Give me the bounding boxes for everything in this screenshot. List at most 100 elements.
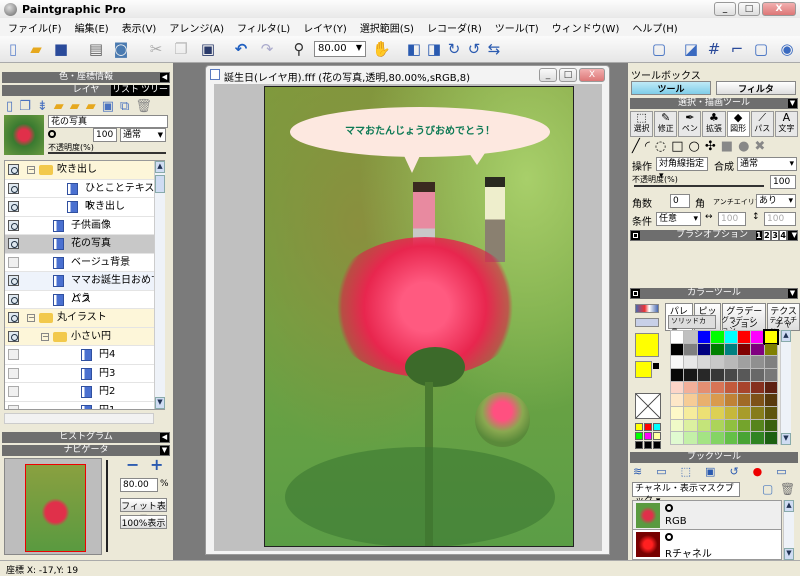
brush-tab-4[interactable]: 4 [780,231,786,240]
palette-swatch[interactable] [671,356,684,368]
visibility-icon[interactable] [8,330,19,342]
palette-swatch[interactable] [711,419,724,432]
scroll-down-icon[interactable]: ▼ [781,433,791,445]
menu-window[interactable]: ウィンドウ(W) [552,20,620,36]
palette-swatch[interactable] [697,432,711,444]
menu-view[interactable]: 表示(V) [122,20,157,36]
palette-swatch[interactable] [764,419,777,432]
palette-swatch[interactable] [737,406,751,419]
doc-maximize-button[interactable]: □ [559,68,577,82]
palette-swatch[interactable] [697,343,711,356]
visibility-icon[interactable] [8,164,19,175]
trash-icon[interactable]: 🗑 [135,99,158,114]
layer-row[interactable]: ひとことテキスト [5,180,164,212]
width-input[interactable]: 100 [718,212,746,226]
navigator-preview[interactable] [4,458,102,555]
tool-text[interactable]: A 文字 [774,111,798,137]
palette-swatch[interactable] [697,406,711,419]
palette-swatch[interactable] [751,419,764,432]
palette-swatch[interactable] [697,394,711,406]
layer-row[interactable]: − 小さい円 [5,327,164,346]
layer-row[interactable]: 吹き出し [5,198,164,217]
horizontal-scrollbar[interactable] [4,413,154,424]
visibility-icon[interactable] [8,238,19,249]
palette-swatch[interactable] [711,394,724,406]
palette-swatch[interactable] [684,331,697,343]
palette-swatch[interactable] [724,368,737,381]
foreground-color-swatch[interactable] [635,333,659,357]
palette-swatch[interactable] [684,432,697,444]
histogram-header[interactable]: ヒストグラム ◀ [2,432,170,443]
undo-icon[interactable]: ↶ [232,40,250,58]
rotate-icon[interactable]: ↺ [465,40,483,58]
palette-swatch[interactable] [671,419,684,432]
palette-swatch[interactable] [724,331,737,343]
palette-swatch[interactable] [764,356,777,368]
visibility-icon[interactable] [8,293,19,305]
panel-icon[interactable]: ▢ [752,40,770,58]
palette-swatch[interactable] [684,343,697,356]
palette-swatch[interactable] [724,356,737,368]
tab-tool[interactable]: ツール [631,81,711,95]
recent-color-swatch[interactable] [653,432,661,440]
layer-row[interactable]: パス [5,291,164,309]
palette-swatch[interactable] [671,406,684,419]
print-icon[interactable]: ▤ [87,40,105,58]
visibility-icon[interactable] [8,219,19,231]
layer-row[interactable]: 円4 [5,346,164,365]
swap-color-icon[interactable] [653,363,659,369]
palette-swatch[interactable] [697,381,711,394]
tool-retouch[interactable]: ✎ 修正 [654,111,678,137]
grid-icon[interactable]: # [705,40,723,58]
menu-file[interactable]: ファイル(F) [8,20,62,36]
visibility-icon[interactable] [8,386,19,397]
duplicate-layer-icon[interactable]: ❐ [19,99,37,114]
operation-select[interactable]: 対角線指定 ▾ [656,157,708,181]
menu-tool[interactable]: ツール(T) [495,20,539,36]
secondary-color-swatch[interactable] [635,361,652,378]
window-icon[interactable]: ▢ [650,40,668,58]
composite-select[interactable]: 通常 ▾ [737,157,797,171]
palette-swatch[interactable] [724,343,737,356]
new-channel-icon[interactable]: ▢ [762,482,773,496]
expand-icon[interactable]: ▼ [788,289,797,298]
layer-list-scrollbar[interactable]: ▲ ▼ [154,161,165,409]
navigator-zoom-input[interactable]: 80.00 [120,478,158,492]
preview-icon[interactable]: ◙ [112,40,130,58]
history-book-icon[interactable]: ↺ [729,465,752,478]
hand-icon[interactable]: ✋ [372,40,391,58]
new-folder-icon[interactable]: ▰ [54,99,70,114]
cut-icon[interactable]: ✂ [147,40,165,58]
palette-swatch[interactable] [764,381,777,394]
layer-row[interactable]: 花の写真 [5,235,164,254]
scroll-up-icon[interactable]: ▲ [784,500,794,512]
tool-shape[interactable]: ◆ 図形 [726,111,750,137]
palette-swatch[interactable] [737,419,751,432]
brush-tab-2[interactable]: 2 [764,231,770,240]
expand-icon[interactable]: ▼ [160,446,169,455]
selection-book-icon[interactable]: ⬚ [681,465,705,478]
list-tab[interactable]: リスト [110,85,140,96]
palette-swatch[interactable] [671,432,684,444]
palette-swatch[interactable] [724,381,737,394]
visibility-icon[interactable] [8,312,19,323]
line-icon[interactable]: ╱ [632,139,645,154]
recent-color-swatch[interactable] [644,423,652,431]
layer-row[interactable]: − 丸イラスト [5,309,164,328]
close-button[interactable]: X [762,2,796,16]
save-icon[interactable]: ■ [52,40,70,58]
collapse-icon[interactable]: ◀ [160,73,169,82]
layer-name-input[interactable]: 花の写真 [48,115,168,128]
image-book-icon[interactable]: ▣ [705,465,729,478]
palette-swatch[interactable] [737,356,751,368]
layer-row[interactable]: ベージュ背景 [5,254,164,272]
filled-star-icon[interactable]: ✖ [754,139,770,154]
corners-input[interactable]: 0 [670,194,690,208]
menu-layer[interactable]: レイヤ(Y) [303,20,347,36]
canvas-area[interactable]: ママおたんじょうびおめでとう！ [214,84,602,551]
ruler-icon[interactable]: ⌐ [728,40,746,58]
star-shape-icon[interactable]: ✣ [705,139,721,154]
toggle-icon[interactable] [631,231,640,240]
visibility-icon[interactable] [8,404,19,409]
palette-swatch[interactable] [724,432,737,444]
